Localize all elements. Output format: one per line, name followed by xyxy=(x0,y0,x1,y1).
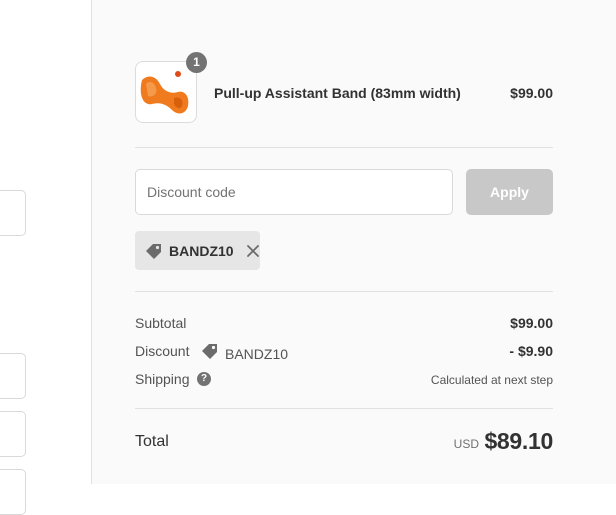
product-price: $99.00 xyxy=(510,85,553,101)
tag-icon xyxy=(201,342,219,365)
divider xyxy=(135,408,553,409)
help-icon[interactable]: ? xyxy=(197,372,211,386)
discount-code-inline: BANDZ10 xyxy=(201,342,288,365)
total-value: $89.10 xyxy=(484,428,553,454)
summary-discount-code: BANDZ10 xyxy=(225,345,289,362)
applied-discount-chip: BANDZ10 xyxy=(135,231,260,270)
product-thumbnail: 1 xyxy=(135,52,207,123)
product-name: Pull-up Assistant Band (83mm width) xyxy=(214,85,461,101)
total-label: Total xyxy=(135,433,169,450)
discount-code-input[interactable] xyxy=(135,169,453,215)
quantity-badge: 1 xyxy=(186,52,207,73)
form-field-partial[interactable] xyxy=(0,469,26,515)
shipping-label: Shipping xyxy=(135,371,190,387)
form-field-partial[interactable] xyxy=(0,353,26,399)
discount-value: - $9.90 xyxy=(509,343,553,359)
divider xyxy=(135,291,553,292)
currency-code: USD xyxy=(453,437,479,451)
tag-icon xyxy=(145,242,163,260)
form-field-partial[interactable] xyxy=(0,190,26,236)
divider xyxy=(135,147,553,148)
discount-label: Discount xyxy=(135,343,190,359)
order-summary-panel: 1 Pull-up Assistant Band (83mm width) $9… xyxy=(92,0,616,484)
form-field-partial[interactable] xyxy=(0,411,26,457)
subtotal-value: $99.00 xyxy=(510,315,553,331)
subtotal-label: Subtotal xyxy=(135,315,187,331)
apply-discount-button[interactable]: Apply xyxy=(466,169,553,215)
orange-band-image xyxy=(140,71,189,114)
applied-discount-code: BANDZ10 xyxy=(169,242,234,259)
checkout-form-pane xyxy=(0,0,92,515)
close-icon[interactable] xyxy=(246,244,260,258)
shipping-value: Calculated at next step xyxy=(430,373,553,387)
